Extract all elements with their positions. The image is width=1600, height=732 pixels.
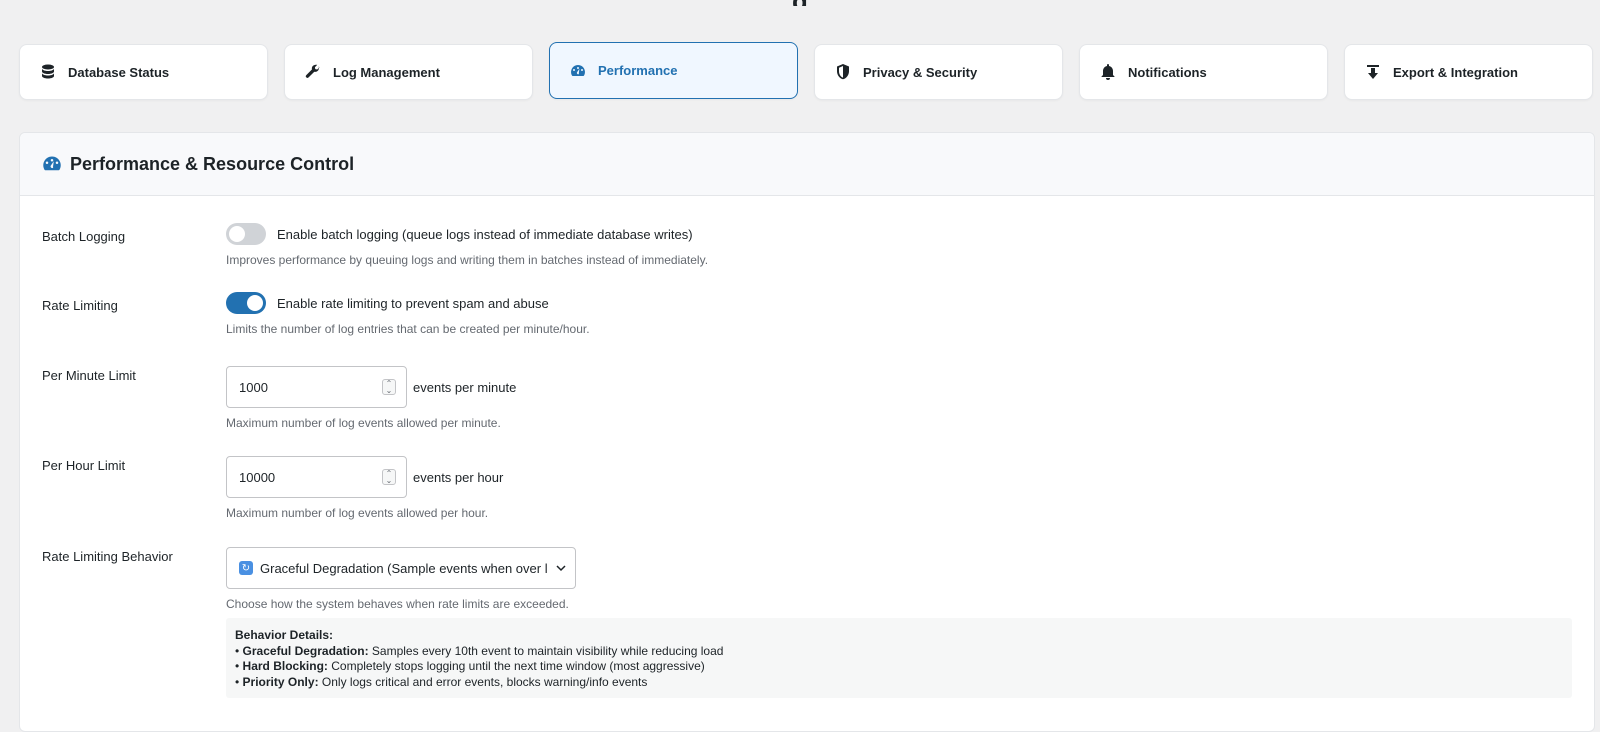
rate-limiting-toggle[interactable] bbox=[226, 292, 266, 314]
tab-notifications[interactable]: Notifications bbox=[1079, 44, 1328, 100]
tab-label: Performance bbox=[598, 63, 678, 78]
tab-database-status[interactable]: Database Status bbox=[19, 44, 268, 100]
download-icon bbox=[1365, 64, 1381, 80]
behavior-label: Rate Limiting Behavior bbox=[42, 549, 173, 564]
tab-label: Database Status bbox=[68, 64, 170, 80]
rate-limiting-description: Limits the number of log entries that ca… bbox=[226, 322, 590, 336]
per-minute-suffix: events per minute bbox=[413, 379, 517, 395]
batch-logging-description: Improves performance by queuing logs and… bbox=[226, 253, 709, 267]
per-minute-value: 1000 bbox=[239, 379, 268, 395]
rate-limiting-label: Rate Limiting bbox=[42, 298, 118, 313]
tab-label: Export & Integration bbox=[1393, 64, 1518, 80]
details-item: • Graceful Degradation: Samples every 10… bbox=[235, 643, 724, 658]
chevron-down-icon bbox=[555, 562, 567, 574]
batch-logging-toggle-text: Enable batch logging (queue logs instead… bbox=[277, 226, 693, 242]
bell-icon bbox=[1100, 64, 1116, 80]
page-title: g bbox=[0, 0, 1600, 6]
behavior-select[interactable]: ↻ Graceful Degradation (Sample events wh… bbox=[226, 547, 576, 589]
panel-title: Performance & Resource Control bbox=[70, 153, 355, 174]
per-hour-description: Maximum number of log events allowed per… bbox=[226, 506, 489, 520]
tab-privacy-security[interactable]: Privacy & Security bbox=[814, 44, 1063, 100]
dashboard-icon bbox=[42, 154, 62, 174]
per-minute-label: Per Minute Limit bbox=[42, 368, 136, 383]
tab-log-management[interactable]: Log Management bbox=[284, 44, 533, 100]
refresh-icon: ↻ bbox=[239, 561, 253, 575]
details-item: • Hard Blocking: Completely stops loggin… bbox=[235, 659, 705, 673]
behavior-selected: Graceful Degradation (Sample events when… bbox=[260, 560, 548, 576]
per-hour-label: Per Hour Limit bbox=[42, 458, 126, 473]
details-title: Behavior Details: bbox=[235, 628, 334, 642]
tab-export-integration[interactable]: Export & Integration bbox=[1344, 44, 1593, 100]
batch-logging-label: Batch Logging bbox=[42, 229, 126, 244]
tab-label: Notifications bbox=[1128, 64, 1207, 80]
database-icon bbox=[40, 64, 56, 80]
tab-label: Log Management bbox=[333, 64, 440, 80]
panel-header: Performance & Resource Control bbox=[20, 133, 1594, 196]
tab-label: Privacy & Security bbox=[863, 64, 978, 80]
performance-panel: Performance & Resource Control Batch Log… bbox=[19, 132, 1595, 732]
wrench-icon bbox=[305, 64, 321, 80]
per-hour-input[interactable]: 10000 ⌃ ⌄ bbox=[226, 456, 407, 498]
tab-performance[interactable]: Performance bbox=[549, 42, 798, 99]
behavior-description: Choose how the system behaves when rate … bbox=[226, 597, 569, 611]
per-hour-suffix: events per hour bbox=[413, 469, 504, 485]
tab-bar: Database Status Log Management Performan… bbox=[19, 42, 1594, 100]
per-minute-input[interactable]: 1000 ⌃ ⌄ bbox=[226, 366, 407, 408]
per-minute-description: Maximum number of log events allowed per… bbox=[226, 416, 501, 430]
rate-limiting-toggle-text: Enable rate limiting to prevent spam and… bbox=[277, 295, 549, 311]
behavior-details: Behavior Details: • Graceful Degradation… bbox=[226, 618, 1572, 698]
batch-logging-toggle[interactable] bbox=[226, 223, 266, 245]
shield-icon bbox=[835, 64, 851, 80]
dashboard-icon bbox=[570, 63, 586, 79]
per-hour-value: 10000 bbox=[239, 469, 276, 485]
number-spinner-icon[interactable]: ⌃ ⌄ bbox=[382, 469, 396, 485]
details-item: • Priority Only: Only logs critical and … bbox=[235, 674, 648, 689]
number-spinner-icon[interactable]: ⌃ ⌄ bbox=[382, 379, 396, 395]
